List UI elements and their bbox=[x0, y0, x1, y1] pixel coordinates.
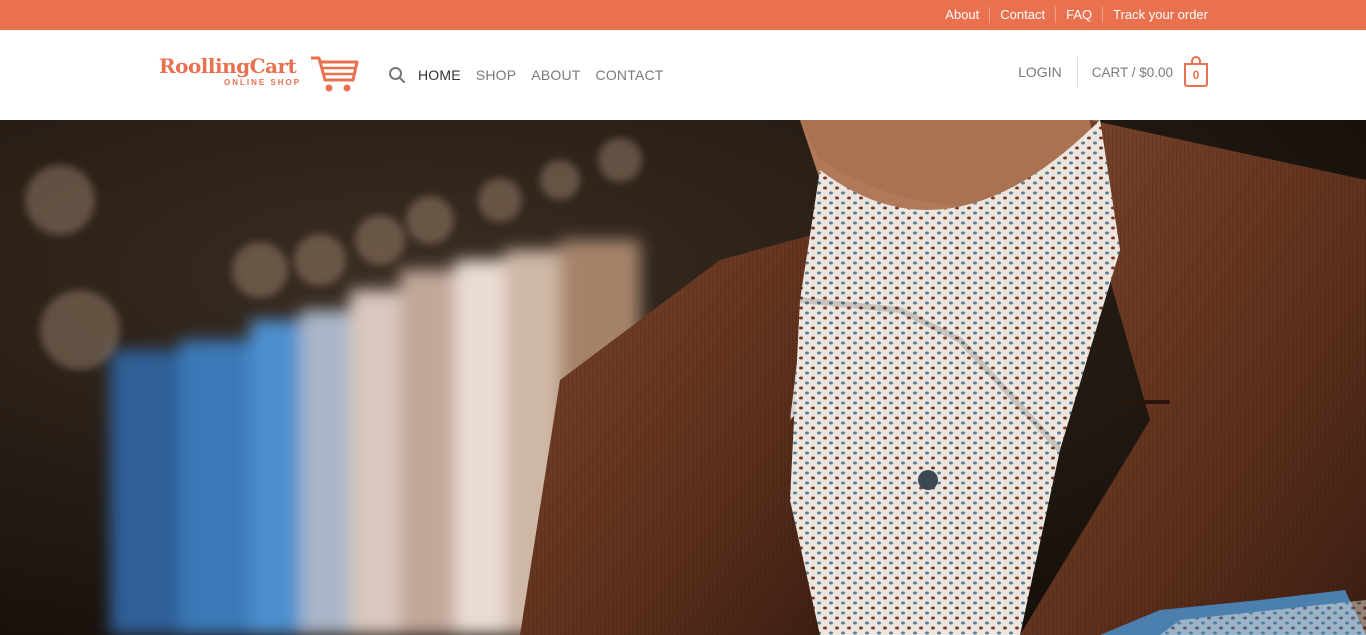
cart-count: 0 bbox=[1192, 68, 1200, 82]
hero-image bbox=[0, 120, 1366, 635]
login-link[interactable]: LOGIN bbox=[1018, 64, 1077, 80]
hero-banner bbox=[0, 120, 1366, 635]
topbar-link-faq[interactable]: FAQ bbox=[1055, 7, 1102, 23]
logo-wordmark: RoollingCart bbox=[159, 54, 297, 78]
nav-item-shop[interactable]: SHOP bbox=[476, 67, 516, 83]
header-actions: LOGIN CART / $0.00 0 bbox=[1018, 56, 1208, 87]
topbar-link-contact[interactable]: Contact bbox=[989, 7, 1055, 23]
site-header: RoollingCart ONLINE SHOP HOME SHOP ABOUT… bbox=[0, 30, 1366, 120]
topbar-link-track-order[interactable]: Track your order bbox=[1102, 7, 1208, 23]
search-icon[interactable] bbox=[388, 66, 406, 84]
topbar-link-about[interactable]: About bbox=[935, 7, 989, 23]
top-bar: About Contact FAQ Track your order bbox=[0, 0, 1366, 30]
nav-item-contact[interactable]: CONTACT bbox=[596, 67, 664, 83]
site-logo[interactable]: RoollingCart ONLINE SHOP bbox=[158, 52, 360, 98]
cart-link[interactable]: CART / $0.00 bbox=[1092, 65, 1173, 80]
logo-tagline: ONLINE SHOP bbox=[224, 78, 302, 87]
nav-item-home[interactable]: HOME bbox=[418, 67, 461, 83]
header-divider bbox=[1076, 57, 1078, 87]
nav-item-about[interactable]: ABOUT bbox=[531, 67, 580, 83]
cart-icon bbox=[311, 56, 359, 92]
main-nav: HOME SHOP ABOUT CONTACT bbox=[418, 67, 664, 83]
shopping-bag-icon[interactable]: 0 bbox=[1184, 56, 1208, 87]
